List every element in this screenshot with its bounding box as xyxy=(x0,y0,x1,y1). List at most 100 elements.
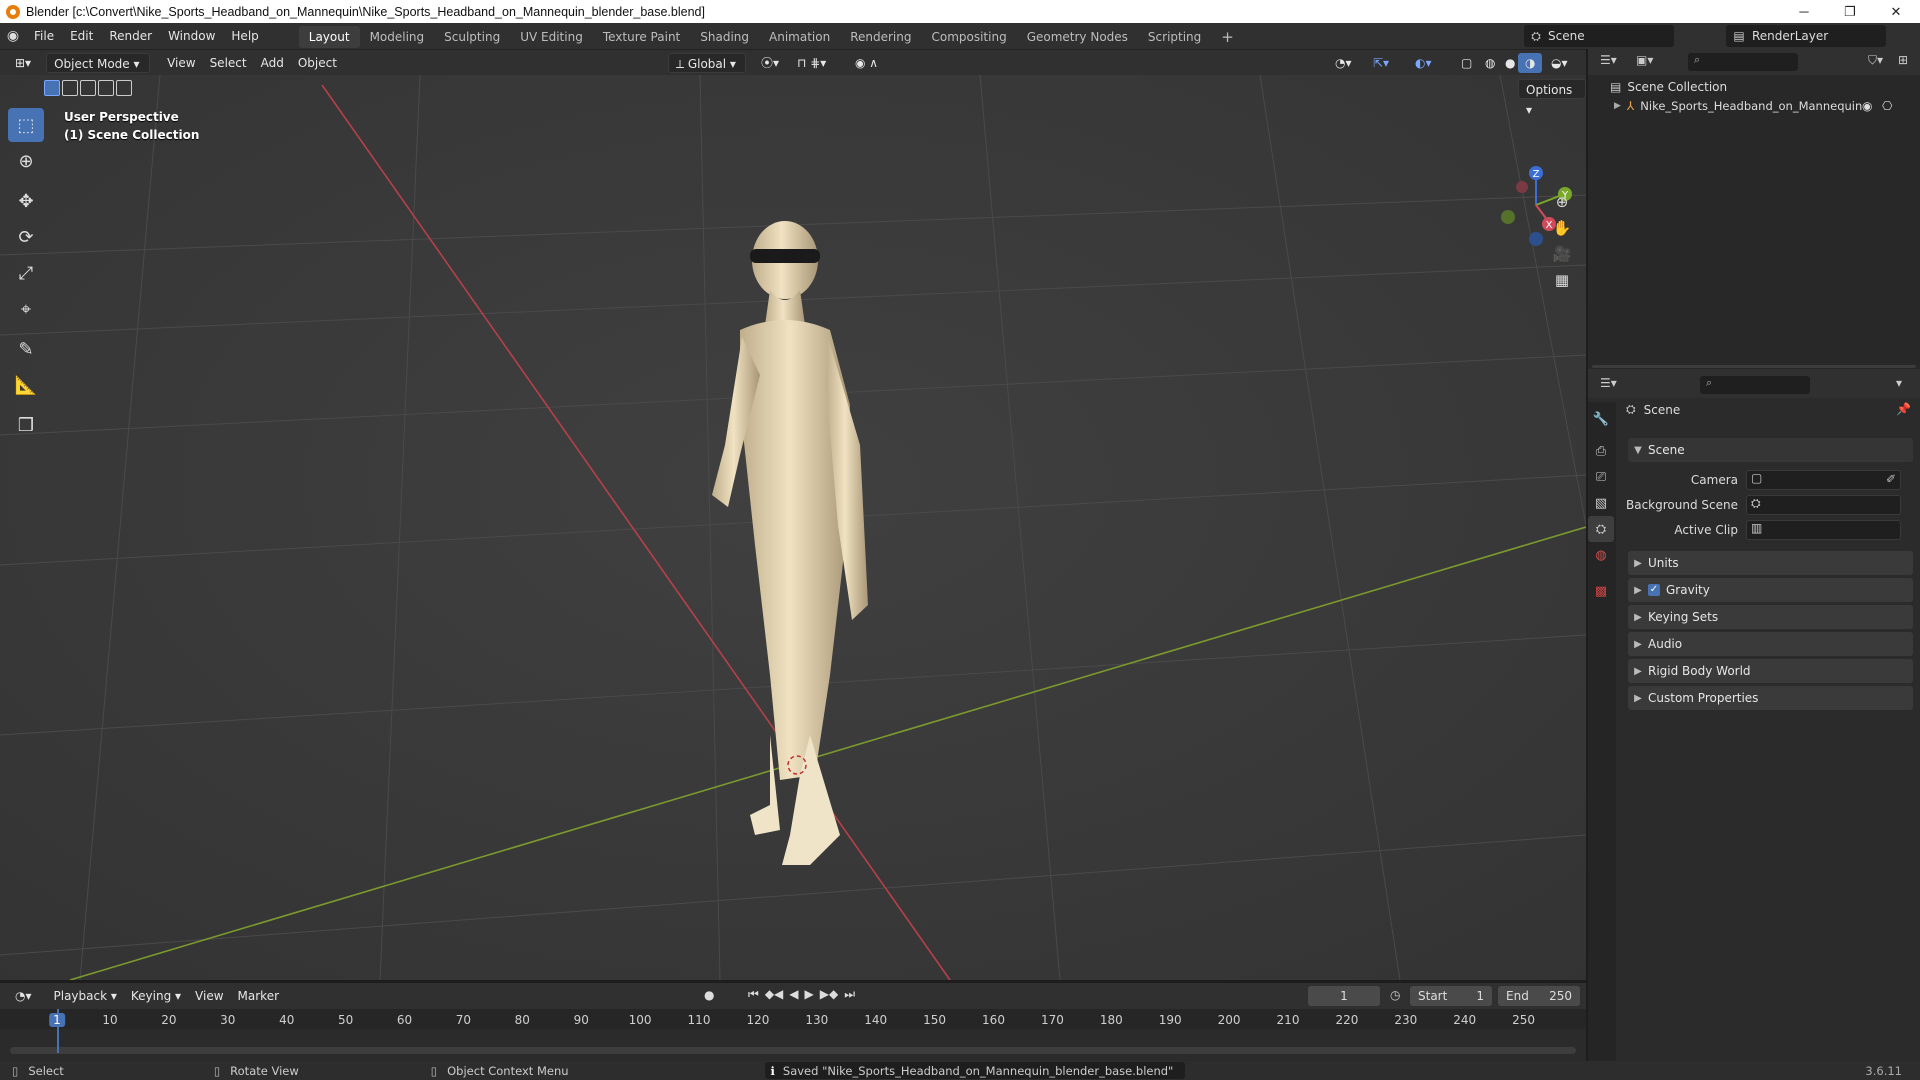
menu-window[interactable]: Window xyxy=(160,23,223,49)
gizmo-toggle-icon[interactable]: ⇱▾ xyxy=(1366,53,1396,73)
tab-output-icon[interactable]: ⎚ xyxy=(1588,464,1614,490)
timeline-menu-keying[interactable]: Keying ▾ xyxy=(124,986,188,1006)
gravity-checkbox[interactable]: ✓ xyxy=(1648,584,1660,596)
timeline-scrollbar[interactable] xyxy=(10,1047,1576,1054)
proportional-edit-icon[interactable]: ◉ ∧ xyxy=(848,53,885,73)
menu-file[interactable]: File xyxy=(26,23,62,49)
xray-icon[interactable]: ▢ xyxy=(1454,53,1479,73)
renderlayer-selector[interactable]: ▤ RenderLayer xyxy=(1726,25,1886,47)
options-dropdown[interactable]: Options ▾ xyxy=(1518,79,1586,117)
panel-audio[interactable]: ▶ Audio xyxy=(1628,632,1913,656)
panel-rigid-body-world[interactable]: ▶ Rigid Body World xyxy=(1628,659,1913,683)
expand-chevron-icon[interactable]: ▶ xyxy=(1614,101,1621,111)
camera-field[interactable]: ▢ xyxy=(1746,470,1901,490)
viewport-menu-view[interactable]: View xyxy=(160,53,202,73)
select-subtract-icon[interactable] xyxy=(80,80,96,96)
overlay-toggle-icon[interactable]: ◐▾ xyxy=(1408,53,1439,73)
outliner-editor-type-icon[interactable]: ☰▾ xyxy=(1600,53,1617,67)
editor-type-icon[interactable]: ⊞▾ xyxy=(8,53,38,73)
snap-icon[interactable]: ⊓ ⋕▾ xyxy=(790,53,833,73)
transform-orientation-dropdown[interactable]: ⟂ Global ▾ xyxy=(668,53,746,73)
end-frame-field[interactable]: End 250 xyxy=(1498,986,1580,1006)
panel-gravity[interactable]: ▶ ✓ Gravity xyxy=(1628,578,1913,602)
select-new-icon[interactable] xyxy=(44,80,60,96)
rotate-tool-icon[interactable]: ⟳ xyxy=(8,220,44,254)
outliner[interactable]: ☰▾ ▣▾ ⌕ ⛉▾ ⊞ ▤ Scene Collection ▶ ⅄ Nike… xyxy=(1588,49,1920,369)
object-mode-dropdown[interactable]: Object Mode ▾ xyxy=(46,52,151,73)
play-reverse-icon[interactable]: ◀ xyxy=(789,987,798,1002)
tab-compositing[interactable]: Compositing xyxy=(921,26,1016,48)
pin-icon[interactable]: 📌 xyxy=(1896,402,1911,416)
scene-selector[interactable]: ⛭ Scene xyxy=(1524,25,1674,47)
add-cube-tool-icon[interactable]: ❒ xyxy=(8,408,44,442)
transform-tool-icon[interactable]: ⌖ xyxy=(8,292,44,326)
blender-menu-icon[interactable]: ◉ xyxy=(0,28,26,44)
pan-hand-icon[interactable]: ✋ xyxy=(1553,219,1572,237)
tab-modeling[interactable]: Modeling xyxy=(360,26,435,48)
tab-shading[interactable]: Shading xyxy=(690,26,759,48)
pivot-point-icon[interactable]: ⦿▾ xyxy=(754,53,786,73)
measure-tool-icon[interactable]: 📐 xyxy=(8,368,44,402)
tab-world-icon[interactable]: ◍ xyxy=(1588,542,1614,568)
3d-viewport[interactable]: Z Y X User Perspective (1) Scene Collect… xyxy=(0,75,1586,980)
record-icon[interactable]: ● xyxy=(704,988,714,1002)
next-keyframe-icon[interactable]: ▶◆ xyxy=(820,987,838,1002)
cursor-tool-icon[interactable]: ⊕ xyxy=(8,144,44,178)
select-box-tool-icon[interactable]: ⬚ xyxy=(8,108,44,142)
tab-animation[interactable]: Animation xyxy=(759,26,840,48)
close-button[interactable]: ✕ xyxy=(1873,0,1919,23)
tab-scripting[interactable]: Scripting xyxy=(1138,26,1211,48)
panel-units[interactable]: ▶ Units xyxy=(1628,551,1913,575)
shading-rendered-icon[interactable]: ◒▾ xyxy=(1544,53,1575,73)
start-frame-field[interactable]: Start 1 xyxy=(1410,986,1492,1006)
timeline-editor-type-icon[interactable]: ◔▾ xyxy=(8,986,39,1006)
tab-render-icon[interactable]: ⎙ xyxy=(1588,438,1614,464)
viewport-menu-select[interactable]: Select xyxy=(203,53,254,73)
outliner-scrollbar[interactable] xyxy=(1592,365,1916,368)
display-mode-icon[interactable]: ▣▾ xyxy=(1636,53,1653,67)
jump-start-icon[interactable]: ⏮ xyxy=(748,987,759,1002)
panel-scene[interactable]: ▼ Scene xyxy=(1628,438,1913,462)
visibility-icon[interactable]: ◔▾ xyxy=(1328,53,1359,73)
maximize-button[interactable]: ❐ xyxy=(1827,0,1873,23)
select-intersect-icon[interactable] xyxy=(116,80,132,96)
outliner-item[interactable]: ▶ ⅄ Nike_Sports_Headband_on_Mannequin ◉ … xyxy=(1614,99,1914,113)
menu-help[interactable]: Help xyxy=(223,23,266,49)
filter-icon[interactable]: ⛉▾ xyxy=(1868,53,1883,68)
background-scene-field[interactable]: ⛭ xyxy=(1746,495,1901,515)
annotate-tool-icon[interactable]: ✎ xyxy=(8,332,44,366)
timeline-menu-playback[interactable]: Playback ▾ xyxy=(47,986,124,1006)
eyedropper-icon[interactable]: ✐ xyxy=(1886,472,1896,486)
panel-keying-sets[interactable]: ▶ Keying Sets xyxy=(1628,605,1913,629)
viewport-menu-add[interactable]: Add xyxy=(254,53,291,73)
tab-sculpting[interactable]: Sculpting xyxy=(434,26,510,48)
properties-search-input[interactable]: ⌕ xyxy=(1700,376,1810,394)
active-clip-field[interactable]: ▥ xyxy=(1746,520,1901,540)
prev-keyframe-icon[interactable]: ◆◀ xyxy=(765,987,783,1002)
timeline-menu-view[interactable]: View xyxy=(188,986,230,1006)
camera-view-icon[interactable]: 🎥 xyxy=(1553,245,1572,263)
properties-editor-type-icon[interactable]: ☰▾ xyxy=(1600,376,1617,390)
tab-tool-icon[interactable]: 🔧 xyxy=(1588,406,1614,432)
menu-render[interactable]: Render xyxy=(101,23,160,49)
perspective-toggle-icon[interactable]: ▦ xyxy=(1555,271,1569,289)
tab-layout[interactable]: Layout xyxy=(298,26,360,48)
play-icon[interactable]: ▶ xyxy=(805,987,814,1002)
move-tool-icon[interactable]: ✥ xyxy=(8,184,44,218)
menu-edit[interactable]: Edit xyxy=(62,23,101,49)
add-workspace-button[interactable]: + xyxy=(1211,26,1244,48)
tab-scene-icon[interactable]: ⛭ xyxy=(1588,516,1614,542)
scale-tool-icon[interactable]: ⤢ xyxy=(8,256,44,290)
outliner-scene-collection[interactable]: ▤ Scene Collection xyxy=(1610,80,1727,94)
new-collection-icon[interactable]: ⊞ xyxy=(1898,53,1908,67)
outliner-search-input[interactable]: ⌕ xyxy=(1688,53,1798,71)
timeline-menu-marker[interactable]: Marker xyxy=(231,986,286,1006)
preview-range-icon[interactable]: ◷ xyxy=(1390,988,1400,1002)
visibility-eye-icon[interactable]: ◉ xyxy=(1862,99,1872,113)
current-frame-field[interactable]: 1 xyxy=(1308,986,1380,1006)
tab-uv-editing[interactable]: UV Editing xyxy=(510,26,593,48)
tab-texture-icon[interactable]: ▩ xyxy=(1588,578,1614,604)
zoom-icon[interactable]: ⊕ xyxy=(1556,193,1569,211)
tab-rendering[interactable]: Rendering xyxy=(840,26,921,48)
jump-end-icon[interactable]: ⏭ xyxy=(844,987,855,1002)
